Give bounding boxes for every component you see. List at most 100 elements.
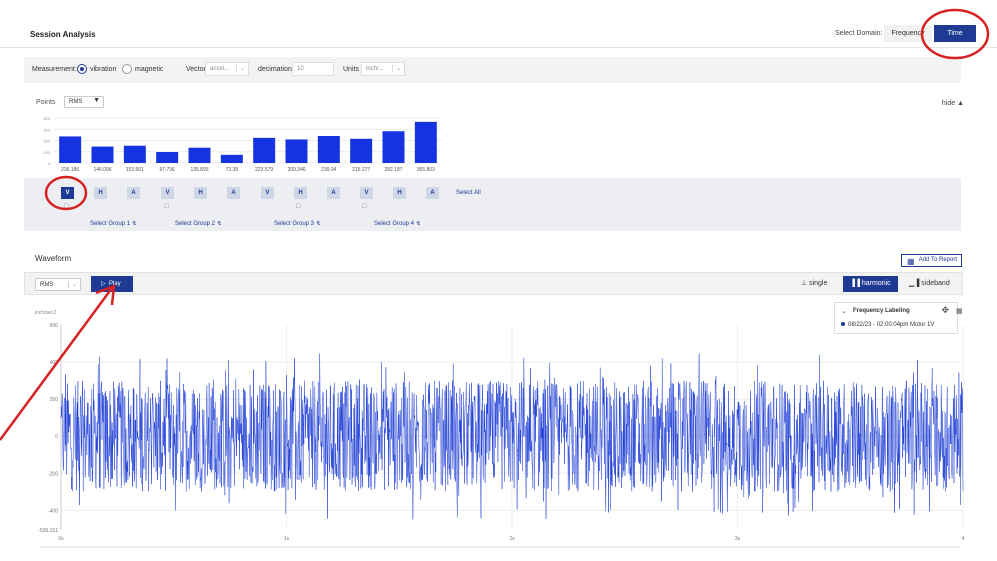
- select-group-1-link[interactable]: Select Group 1 ↯: [90, 220, 137, 227]
- header: Session Analysis Select Domain: Frequenc…: [0, 0, 997, 48]
- series-dot-icon: [841, 322, 845, 327]
- waveform-ytick-label: -506.151: [38, 528, 58, 534]
- lock-icon: □: [296, 203, 301, 210]
- hide-toggle[interactable]: hide ▲: [942, 100, 964, 107]
- rms-bar-chart: 400 300 200 100 0 236.186 146.096 153.661 97.736…: [43, 116, 442, 173]
- sideband-icon: ▁▐: [909, 280, 920, 287]
- select-all-link[interactable]: Select All: [456, 190, 481, 196]
- group4-v-button[interactable]: V: [360, 187, 373, 199]
- group2-h-button[interactable]: H: [194, 187, 207, 199]
- select-group-4-link[interactable]: Select Group 4 ↯: [374, 220, 421, 227]
- waveform-ytick-label: 200: [50, 397, 59, 403]
- frequency-labeling-panel: ⌄ Frequency Labeling ✥ 08/22/23 - 02:00:…: [834, 302, 958, 334]
- waveform-ylabel: inch/sec2: [35, 310, 56, 316]
- waveform-xtick-label: 0s: [58, 536, 64, 542]
- bar-category-label: 282.187: [384, 167, 402, 173]
- bar: [253, 137, 276, 163]
- play-label: Play: [108, 281, 121, 287]
- chevron-down-icon: ⌄: [67, 281, 77, 288]
- bar: [59, 136, 82, 163]
- page-title: Session Analysis: [30, 30, 96, 39]
- bar: [123, 145, 146, 163]
- bar-category-label: 209.346: [287, 167, 305, 173]
- group1-v-button[interactable]: V: [61, 187, 74, 199]
- bar-category-label: 72.39: [226, 167, 239, 173]
- chevron-down-icon: ⌄: [391, 65, 401, 72]
- waveform-xtick-label: 1s: [284, 536, 290, 542]
- points-select-value: RMS: [69, 99, 83, 105]
- units-select[interactable]: inch/... ⌄: [361, 62, 405, 76]
- bar-category-label: 135.893: [190, 167, 208, 173]
- mode-single[interactable]: ⊥ single: [801, 279, 827, 287]
- frequency-label-item[interactable]: 08/22/23 - 02:00:04pm Motor 1V: [841, 322, 934, 328]
- bar-ytick-label: 0: [48, 161, 51, 166]
- group3-a-button[interactable]: A: [327, 187, 340, 199]
- bar: [91, 146, 114, 163]
- domain-label: Select Domain:: [835, 30, 883, 37]
- waveform-ytick-label: 600: [50, 323, 59, 329]
- bar: [220, 154, 243, 163]
- select-group-3-link[interactable]: Select Group 3 ↯: [274, 220, 321, 227]
- caret-up-icon: ▲: [957, 100, 964, 107]
- group1-a-button[interactable]: A: [127, 187, 140, 199]
- merge-icon: ↯: [216, 221, 222, 227]
- group2-a-button[interactable]: A: [227, 187, 240, 199]
- waveform-metric-value: RMS: [40, 282, 54, 288]
- chevron-down-icon: ▼: [93, 97, 100, 104]
- bar-category-label: 97.736: [160, 167, 176, 173]
- play-icon: ▷: [101, 281, 106, 287]
- magnetic-radio[interactable]: [122, 64, 132, 74]
- time-button[interactable]: Time: [934, 25, 976, 42]
- bar-ytick-label: 200: [43, 139, 50, 144]
- waveform-xtick-label: 2s: [509, 536, 515, 542]
- vector-value: accel...: [210, 66, 230, 72]
- group-selector-panel: V H A □ Select Group 1 ↯ V H A □ Select …: [24, 178, 961, 231]
- waveform-metric-select[interactable]: RMS ⌄: [35, 278, 81, 291]
- group4-h-button[interactable]: H: [393, 187, 406, 199]
- report-icon: ▦: [907, 257, 915, 266]
- waveform-ytick-label: 0: [55, 434, 58, 440]
- lock-icon: □: [164, 203, 169, 210]
- lock-icon: □: [362, 203, 367, 210]
- mode-harmonic[interactable]: ▐▐ harmonic: [843, 276, 898, 292]
- chevron-down-icon: ⌄: [235, 65, 245, 72]
- report-side-icon[interactable]: ▦: [956, 307, 963, 315]
- waveform-ytick-label: -200: [48, 471, 58, 477]
- vibration-radio[interactable]: [77, 64, 87, 74]
- add-to-report-button[interactable]: ▦ Add To Report: [901, 254, 962, 267]
- bar: [317, 136, 340, 163]
- bar: [188, 147, 211, 163]
- frequency-button[interactable]: Frequency: [884, 25, 932, 42]
- mode-sideband[interactable]: ▁▐ sideband: [909, 279, 950, 287]
- group3-h-button[interactable]: H: [294, 187, 307, 199]
- add-to-report-label: Add To Report: [918, 257, 957, 263]
- decimation-input[interactable]: 10: [292, 62, 334, 76]
- group4-a-button[interactable]: A: [426, 187, 439, 199]
- magnetic-label: magnetic: [135, 66, 164, 73]
- group2-v-button[interactable]: V: [161, 187, 174, 199]
- waveform-title: Waveform: [35, 254, 72, 263]
- points-select[interactable]: RMS ▼: [64, 96, 104, 108]
- select-group-2-link[interactable]: Select Group 2 ↯: [175, 220, 222, 227]
- waveform-chart: inch/sec2 600 400 200 0 -200 -400 -506.1510s 1s 2…: [35, 310, 965, 548]
- frequency-label-item-text: 08/22/23 - 02:00:04pm Motor 1V: [848, 322, 935, 328]
- waveform-xtick-label: 3s: [735, 536, 741, 542]
- move-icon[interactable]: ✥: [941, 305, 949, 316]
- chevron-down-icon[interactable]: ⌄: [841, 307, 847, 315]
- merge-icon: ↯: [131, 221, 137, 227]
- group1-h-button[interactable]: H: [94, 187, 107, 199]
- bar: [285, 139, 308, 163]
- hide-label: hide: [941, 100, 956, 107]
- frequency-labeling-title: Frequency Labeling: [853, 308, 910, 314]
- points-label: Points: [36, 99, 56, 106]
- merge-icon: ↯: [415, 221, 421, 227]
- merge-icon: ↯: [315, 221, 321, 227]
- bar-category-label: 365.803: [417, 167, 435, 173]
- bar-category-label: 239.94: [321, 167, 337, 173]
- play-button[interactable]: ▷ Play: [91, 276, 133, 292]
- waveform-xtick-label: 4: [962, 536, 965, 542]
- group3-v-button[interactable]: V: [261, 187, 274, 199]
- lock-icon: □: [64, 203, 69, 210]
- vector-select[interactable]: accel... ⌄: [205, 62, 249, 76]
- measurement-bar: Measurement: vibration magnetic Vector a…: [24, 57, 961, 83]
